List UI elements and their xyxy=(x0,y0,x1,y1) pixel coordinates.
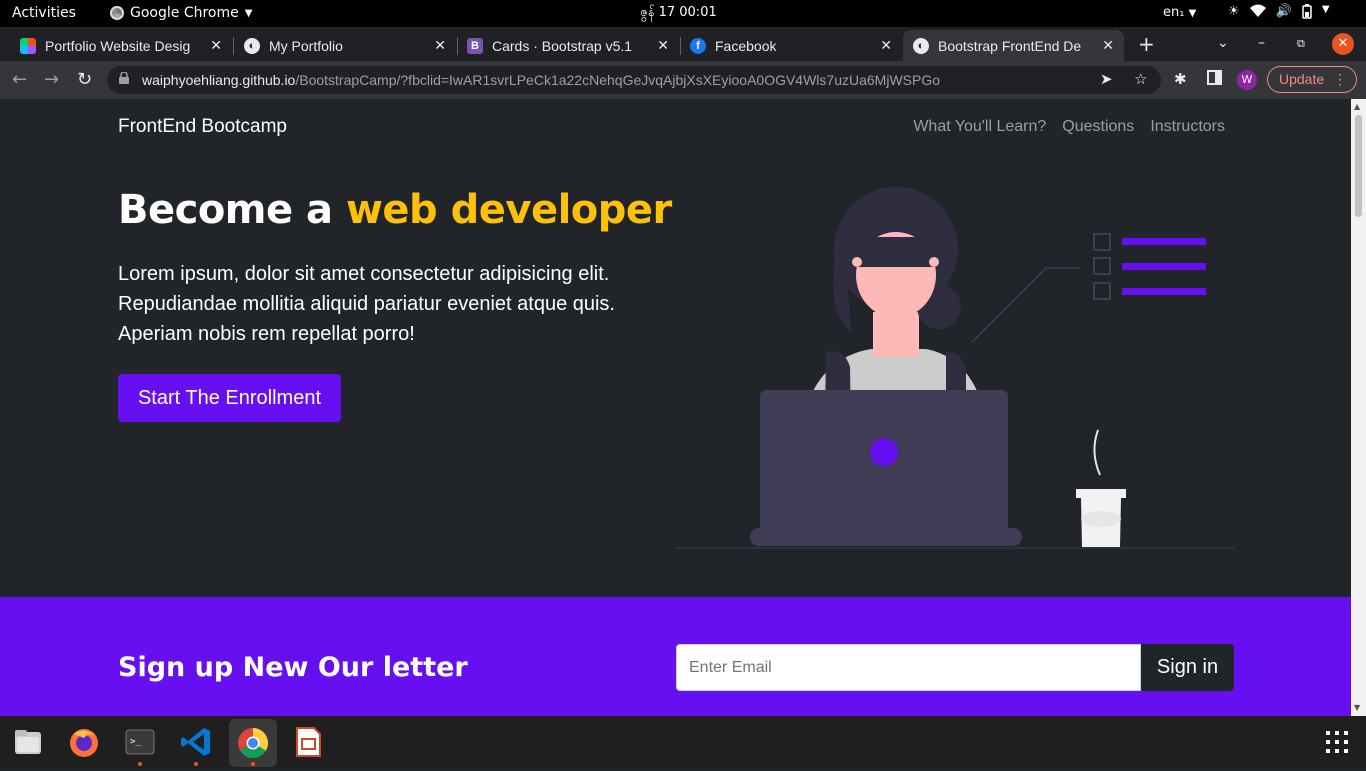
hero-title-prefix: Become a xyxy=(118,187,346,233)
brightness-icon: ☀ xyxy=(1228,4,1240,19)
system-tray[interactable]: ☀ 🔊 ▼ xyxy=(1228,4,1330,23)
dock: >_ xyxy=(0,716,1366,768)
figma-icon xyxy=(20,37,36,54)
chrome-icon xyxy=(110,6,124,20)
terminal-icon[interactable]: >_ xyxy=(122,724,158,760)
hero-title-accent: web developer xyxy=(345,187,672,233)
files-icon[interactable] xyxy=(10,724,46,760)
caret-down-icon: ▼ xyxy=(1321,4,1330,15)
minimize-icon[interactable]: – xyxy=(1258,35,1265,51)
update-button[interactable]: Update ⋮ xyxy=(1267,66,1357,93)
send-icon[interactable]: ➤ xyxy=(1100,70,1113,88)
scroll-down-icon[interactable]: ▼ xyxy=(1354,703,1360,712)
running-indicator xyxy=(194,762,198,766)
browser-toolbar: ← → ↻ waiphyoehliang.github.io/Bootstrap… xyxy=(0,61,1366,99)
app-menu[interactable]: Google Chrome ▼ xyxy=(110,5,252,21)
input-language[interactable]: en₁ ▼ xyxy=(1163,5,1196,20)
battery-icon xyxy=(1302,4,1312,23)
tab-strip: Portfolio Website Desig ✕ ◐ My Portfolio… xyxy=(0,27,1366,61)
tab-label: My Portfolio xyxy=(269,37,343,54)
url-host: waiphyoehliang.github.io xyxy=(142,72,296,88)
back-icon[interactable]: ← xyxy=(12,69,27,90)
scroll-up-icon[interactable]: ▲ xyxy=(1354,102,1360,111)
close-icon[interactable]: ✕ xyxy=(434,37,446,54)
sign-in-button[interactable]: Sign in xyxy=(1141,644,1234,691)
hero-lead: Lorem ipsum, dolor sit amet consectetur … xyxy=(118,263,615,345)
close-icon[interactable]: ✕ xyxy=(880,37,892,54)
update-label: Update xyxy=(1279,71,1325,87)
running-indicator xyxy=(138,762,142,766)
close-window-icon[interactable]: ✕ xyxy=(1332,33,1354,55)
page-scrollbar[interactable]: ▲ ▼ xyxy=(1351,99,1366,716)
web-page: FrontEnd Bootcamp What You'll Learn? Que… xyxy=(0,99,1351,716)
close-icon[interactable]: ✕ xyxy=(1102,37,1114,54)
more-menu-icon: ⋮ xyxy=(1333,71,1347,87)
tab-bootstrap-cards[interactable]: B Cards · Bootstrap v5.1 ✕ xyxy=(457,30,679,61)
nav-link-questions[interactable]: Questions xyxy=(1062,118,1134,136)
navbar-brand[interactable]: FrontEnd Bootcamp xyxy=(118,116,287,138)
side-panel-icon[interactable] xyxy=(1207,70,1222,89)
system-top-bar: Activities Google Chrome ▼ ဇွန် 17 00:01… xyxy=(0,0,1366,27)
tab-label: Portfolio Website Desig xyxy=(45,37,191,54)
firefox-icon[interactable] xyxy=(66,724,102,760)
hero-title: Become a web developer xyxy=(118,187,672,233)
globe-icon: ◐ xyxy=(913,37,929,54)
bookmark-star-icon[interactable]: ☆ xyxy=(1134,70,1147,88)
language-label: en₁ xyxy=(1163,5,1185,20)
activities-button[interactable]: Activities xyxy=(12,5,76,21)
volume-icon: 🔊 xyxy=(1275,4,1292,19)
facebook-icon: f xyxy=(690,37,706,54)
tab-label: Cards · Bootstrap v5.1 xyxy=(492,37,633,54)
tab-search-icon[interactable]: ⌄ xyxy=(1217,35,1229,51)
app-menu-label: Google Chrome xyxy=(130,5,239,21)
forward-icon[interactable]: → xyxy=(44,69,59,90)
lock-icon xyxy=(119,72,129,84)
bootstrap-icon: B xyxy=(467,37,483,54)
tab-my-portfolio[interactable]: ◐ My Portfolio ✕ xyxy=(234,30,456,61)
developer-illustration xyxy=(676,187,1234,549)
nav-link-learn[interactable]: What You'll Learn? xyxy=(913,118,1046,136)
close-icon[interactable]: ✕ xyxy=(210,37,222,54)
caret-down-icon: ▼ xyxy=(1188,8,1197,19)
reload-icon[interactable]: ↻ xyxy=(77,69,92,90)
running-indicator xyxy=(251,762,255,766)
newsletter-section: Sign up New Our letter Sign in xyxy=(0,597,1351,716)
tab-portfolio-design[interactable]: Portfolio Website Desig ✕ xyxy=(10,30,232,61)
tab-facebook[interactable]: f Facebook ✕ xyxy=(680,30,902,61)
nav-link-instructors[interactable]: Instructors xyxy=(1150,118,1225,136)
vscode-icon[interactable] xyxy=(178,724,214,760)
caret-down-icon: ▼ xyxy=(244,7,253,19)
restore-icon[interactable]: ⧉ xyxy=(1297,37,1305,51)
enroll-button[interactable]: Start The Enrollment xyxy=(118,374,341,422)
globe-icon: ◐ xyxy=(244,37,260,54)
navbar-links: What You'll Learn? Questions Instructors xyxy=(913,118,1225,136)
email-input[interactable] xyxy=(676,644,1141,691)
new-tab-button[interactable]: + xyxy=(1138,32,1155,56)
scrollbar-thumb[interactable] xyxy=(1355,115,1362,217)
tab-label: Bootstrap FrontEnd De xyxy=(938,37,1082,54)
wifi-icon xyxy=(1249,4,1266,23)
url-text: waiphyoehliang.github.io/BootstrapCamp/?… xyxy=(142,72,940,88)
tab-bootstrap-frontend[interactable]: ◐ Bootstrap FrontEnd De ✕ xyxy=(903,30,1124,61)
show-apps-grid-icon[interactable] xyxy=(1326,731,1348,753)
address-bar[interactable]: waiphyoehliang.github.io/BootstrapCamp/?… xyxy=(107,66,1161,94)
newsletter-title: Sign up New Our letter xyxy=(118,652,468,683)
clock[interactable]: ဇွန် 17 00:01 xyxy=(640,4,717,23)
svg-text:>_: >_ xyxy=(130,737,141,747)
close-icon[interactable]: ✕ xyxy=(657,37,669,54)
impress-icon[interactable] xyxy=(290,724,326,760)
extensions-icon[interactable]: ✱ xyxy=(1174,70,1187,88)
profile-avatar[interactable]: W xyxy=(1237,70,1257,90)
url-path: /BootstrapCamp/?fbclid=IwAR1svrLPeCk1a22… xyxy=(295,72,941,88)
chrome-icon[interactable] xyxy=(229,719,277,767)
tab-label: Facebook xyxy=(715,37,777,54)
